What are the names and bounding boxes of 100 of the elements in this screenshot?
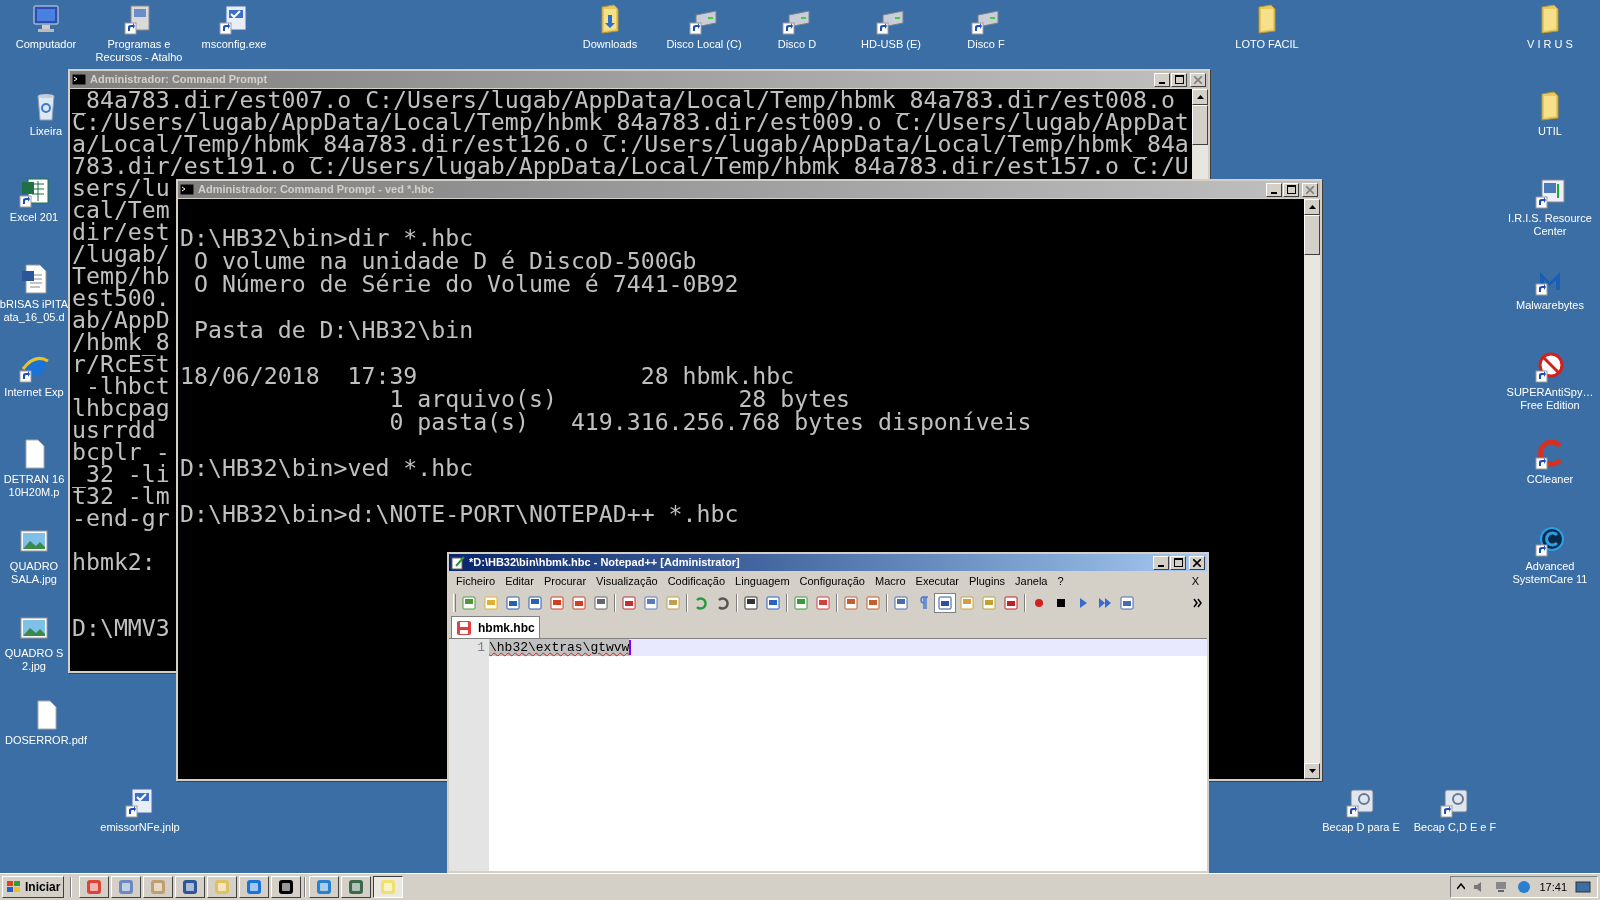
- scroll-down-button[interactable]: [1304, 763, 1320, 779]
- down-arrow-icon: [1308, 769, 1316, 773]
- menu-item[interactable]: Macro: [870, 572, 911, 590]
- menu-item[interactable]: Janela: [1010, 572, 1053, 590]
- minimize-button[interactable]: [1266, 182, 1282, 197]
- desktop-icon-label[interactable]: CCleaner: [1526, 473, 1574, 486]
- desktop-icon-label[interactable]: I.R.I.S. Resource Center: [1508, 212, 1592, 238]
- console-line: D:\HB32\bin>dir *.hbc: [180, 226, 474, 249]
- close-icon: [1306, 185, 1314, 194]
- backup-icon: [1345, 786, 1377, 818]
- console-line: r/RcEst: [72, 353, 170, 375]
- prohibited-icon: [1534, 351, 1566, 383]
- desktop-icon-label[interactable]: SUPERAntiSpy… Free Edition: [1506, 386, 1594, 412]
- menu-item[interactable]: Plugins: [963, 572, 1011, 590]
- desktop-icon-label[interactable]: UTIL: [1538, 125, 1562, 138]
- desktop-icon-label[interactable]: V I R U S: [1527, 38, 1573, 51]
- console-line: lhbcpag: [72, 397, 170, 419]
- desktop-icon-label[interactable]: Excel 201: [9, 211, 59, 224]
- taskbar-icon[interactable]: [373, 876, 404, 898]
- maximize-icon: [1174, 75, 1184, 84]
- desktop-icon-label[interactable]: Downloads: [582, 38, 638, 51]
- desktop-icon-label[interactable]: LOTO FACIL: [1235, 38, 1299, 51]
- desktop-icon-label[interactable]: Malwarebytes: [1516, 299, 1584, 312]
- menu-close-button[interactable]: X: [1185, 572, 1205, 590]
- desktop-icon-label[interactable]: bRISAS iPITA ata_16_05.d: [0, 298, 69, 324]
- console-line: -end-gr: [72, 507, 170, 529]
- maximize-button[interactable]: [1171, 72, 1187, 87]
- caret-up-icon[interactable]: [1457, 883, 1466, 891]
- maximize-button[interactable]: [1283, 182, 1299, 197]
- scroll-up-button[interactable]: [1192, 89, 1208, 105]
- minimize-icon: [1271, 191, 1277, 194]
- settings-window-icon: [218, 3, 250, 35]
- console-line: 18/06/2018 17:39 28 hbmk.hbc: [180, 364, 795, 387]
- close-button[interactable]: [1189, 555, 1205, 570]
- menu-item[interactable]: Executar: [910, 572, 964, 590]
- desktop-icon-label[interactable]: QUADRO S 2.jpg: [4, 647, 64, 673]
- settings-window-icon: [124, 786, 156, 818]
- minimize-button[interactable]: [1153, 555, 1169, 570]
- menu-item[interactable]: ?: [1052, 572, 1069, 590]
- chevron-icon[interactable]: [1193, 598, 1203, 608]
- console-line: D:\HB32\bin>d:\NOTE-PORT\NOTEPAD++ *.hbc: [180, 502, 739, 525]
- console-line: D:\HB32\bin>ved *.hbc: [180, 456, 474, 479]
- menu-item[interactable]: Visualização: [591, 572, 663, 590]
- line-number: 1: [476, 639, 486, 656]
- file-tab[interactable]: hbmk.hbc: [451, 616, 540, 638]
- window-app-icon: [1534, 177, 1566, 209]
- window-title: *D:\HB32\bin\hbmk.hbc - Notepad++ [Administrator]: [469, 555, 741, 571]
- menu-item[interactable]: Codificação: [662, 572, 731, 590]
- menu-item[interactable]: Procurar: [538, 572, 592, 590]
- desktop-icon-label[interactable]: DETRAN 16 10H20M.p: [3, 473, 65, 499]
- console-line: bcplr -: [72, 441, 170, 463]
- desktop-icon-label[interactable]: Becap C,D E e F: [1413, 821, 1497, 834]
- desktop-icon-label[interactable]: QUADRO SALA.jpg: [9, 560, 59, 586]
- console-line: Pasta de D:\HB32\bin: [192, 318, 474, 341]
- desktop-icon-label[interactable]: emissorNFe.jnlp: [100, 821, 180, 834]
- desktop-icon-label[interactable]: DOSERROR.pdf: [5, 734, 87, 747]
- desktop-icon-label[interactable]: HD-USB (E): [861, 38, 921, 51]
- desktop-icon-label[interactable]: Becap D para E: [1322, 821, 1400, 834]
- desktop-icon-label[interactable]: Disco D: [777, 38, 817, 51]
- close-button[interactable]: [1190, 72, 1206, 87]
- desktop-icon-label[interactable]: Programas e Recursos - Atalho: [95, 38, 183, 64]
- desktop-icon-label[interactable]: Lixeira: [29, 125, 63, 138]
- desktop-icon[interactable]: [1575, 880, 1591, 894]
- console-line: O volume na unidade D é DiscoD-500Gb: [193, 249, 697, 272]
- console-line: -lhbct: [85, 375, 170, 397]
- fast-forward-icon: [1097, 595, 1113, 611]
- clock[interactable]: 17:41: [1539, 878, 1567, 896]
- desktop-icon-label[interactable]: Advanced SystemCare 11: [1512, 560, 1588, 586]
- console-line: dir/est: [72, 221, 170, 243]
- scroll-up-button[interactable]: [1304, 199, 1320, 215]
- console-line: cal/Tem: [72, 199, 170, 221]
- console-line: sers/lu: [72, 177, 170, 199]
- menu-item[interactable]: Linguagem: [730, 572, 795, 590]
- start-button[interactable]: Iniciar: [2, 876, 65, 898]
- toolbar-button[interactable]: [934, 593, 956, 613]
- scrollbar-thumb[interactable]: [1192, 105, 1208, 145]
- maximize-button[interactable]: [1170, 555, 1186, 570]
- redo-icon: [715, 595, 731, 611]
- spreadsheet-icon: [18, 176, 50, 208]
- menu-item[interactable]: Editar: [500, 572, 539, 590]
- maximize-icon: [1286, 185, 1296, 194]
- desktop-icon-label[interactable]: msconfig.exe: [201, 38, 267, 51]
- up-arrow-icon: [1308, 205, 1316, 209]
- up-arrow-icon: [1196, 95, 1204, 99]
- console-line: Temp/hb: [72, 265, 170, 287]
- desktop-icon-label[interactable]: Disco F: [967, 38, 1005, 51]
- desktop-icon-label[interactable]: Disco Local (C): [666, 38, 742, 51]
- desktop-icon-label[interactable]: Computador: [15, 38, 77, 51]
- menu-item[interactable]: Configuração: [794, 572, 870, 590]
- windows-logo-icon: [6, 880, 22, 894]
- scrollbar-thumb[interactable]: [1304, 215, 1320, 255]
- close-button[interactable]: [1302, 182, 1318, 197]
- console-line: 1 arquivo(s) 28 bytes: [388, 387, 851, 410]
- undo-icon: [693, 595, 709, 611]
- desktop-icon-label[interactable]: Internet Exp: [4, 386, 64, 399]
- maximize-icon: [1173, 558, 1183, 567]
- menu-item[interactable]: Ficheiro: [451, 572, 501, 590]
- console-line: ab/AppD: [72, 309, 170, 331]
- minimize-button[interactable]: [1154, 72, 1170, 87]
- minimize-icon: [1159, 81, 1165, 84]
